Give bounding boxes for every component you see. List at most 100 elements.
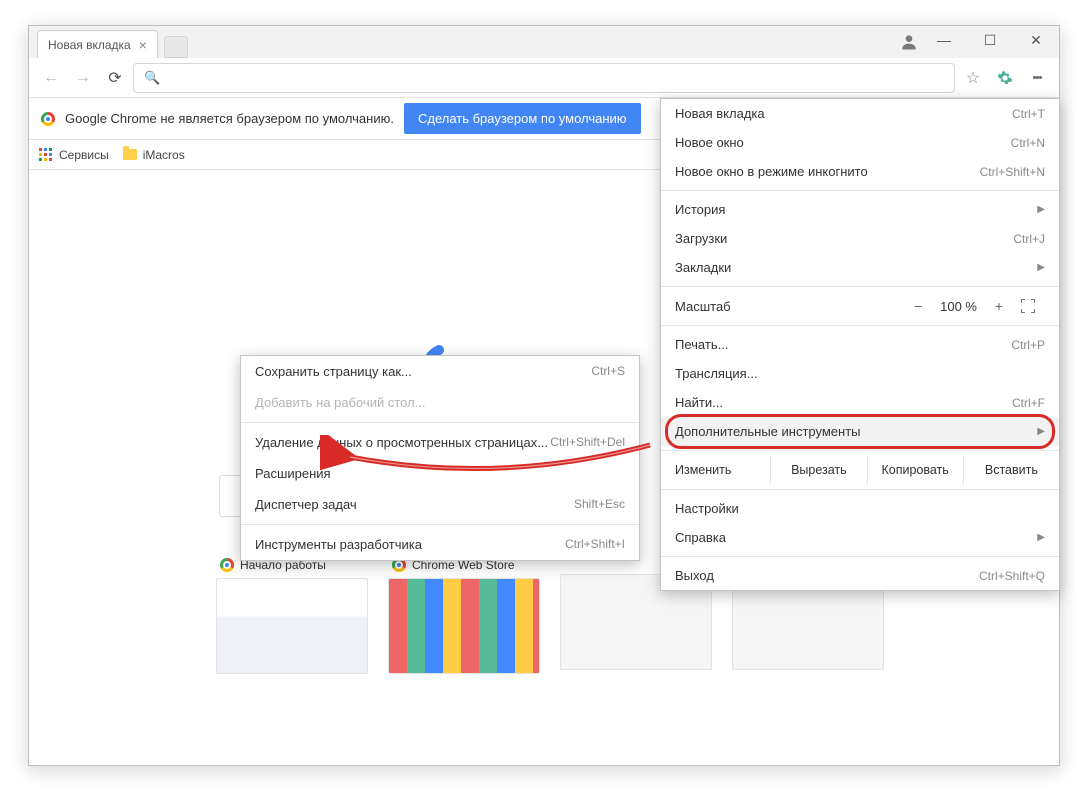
menu-separator (241, 524, 639, 525)
maximize-button[interactable]: ☐ (967, 26, 1013, 54)
address-bar[interactable]: 🔍 (133, 63, 955, 93)
menu-label: История (675, 202, 725, 217)
minimize-button[interactable]: ― (921, 26, 967, 54)
menu-shortcut: Ctrl+T (1012, 107, 1045, 121)
menu-exit[interactable]: Выход Ctrl+Shift+Q (661, 561, 1059, 590)
search-icon: 🔍 (144, 70, 160, 86)
menu-history[interactable]: История ▶ (661, 195, 1059, 224)
folder-icon (123, 149, 137, 160)
profile-icon[interactable] (899, 32, 919, 57)
close-tab-icon[interactable]: × (139, 37, 147, 53)
menu-label: Диспетчер задач (255, 497, 357, 512)
menu-label: Инструменты разработчика (255, 537, 422, 552)
submenu-save-page[interactable]: Сохранить страницу как... Ctrl+S (241, 356, 639, 387)
bookmark-folder[interactable]: iMacros (123, 148, 185, 162)
thumb-preview (388, 578, 540, 674)
menu-downloads[interactable]: Загрузки Ctrl+J (661, 224, 1059, 253)
thumbnail-tile[interactable]: Chrome Web Store (388, 552, 540, 674)
menu-new-window[interactable]: Новое окноCtrl+N (661, 128, 1059, 157)
thumbnail-tile[interactable]: Начало работы (216, 552, 368, 674)
menu-label: Выход (675, 568, 714, 583)
menu-shortcut: Ctrl+Shift+Q (979, 569, 1045, 583)
menu-separator (241, 422, 639, 423)
menu-cast[interactable]: Трансляция... (661, 359, 1059, 388)
submenu-task-manager[interactable]: Диспетчер задач Shift+Esc (241, 489, 639, 520)
fullscreen-button[interactable] (1021, 299, 1045, 313)
bookmark-star-icon[interactable]: ☆ (959, 64, 987, 92)
submenu-arrow-icon: ▶ (1037, 426, 1045, 437)
menu-label: Добавить на рабочий стол... (255, 395, 426, 410)
menu-label: Сохранить страницу как... (255, 364, 412, 379)
menu-shortcut: Ctrl+Shift+Del (550, 435, 625, 450)
chrome-main-menu: Новая вкладка Ctrl+T Новое окноCtrl+N Нов… (660, 98, 1060, 591)
menu-label: Настройки (675, 501, 739, 516)
menu-shortcut: Ctrl+S (591, 364, 625, 379)
menu-shortcut: Ctrl+Shift+I (565, 537, 625, 552)
menu-more-tools[interactable]: Дополнительные инструменты▶ (661, 417, 1059, 446)
menu-label: Трансляция... (675, 366, 758, 381)
menu-find[interactable]: Найти...Ctrl+F (661, 388, 1059, 417)
menu-print[interactable]: Печать... Ctrl+P (661, 330, 1059, 359)
fullscreen-icon (1021, 299, 1035, 313)
menu-label: Масштаб (675, 299, 731, 314)
apps-icon (39, 148, 53, 162)
apps-label: Сервисы (59, 148, 109, 162)
extension-icon[interactable] (991, 64, 1019, 92)
menu-label: Новая вкладка (675, 106, 765, 121)
zoom-out-button[interactable]: − (906, 298, 930, 314)
infobar-text: Google Chrome не является браузером по у… (65, 111, 394, 126)
menu-shortcut: Ctrl+P (1011, 338, 1045, 352)
edit-label: Изменить (661, 455, 770, 485)
thumb-preview (216, 578, 368, 674)
chrome-icon (41, 112, 55, 126)
menu-separator (661, 489, 1059, 490)
copy-button[interactable]: Копировать (867, 455, 963, 485)
chrome-icon (220, 558, 234, 572)
submenu-arrow-icon: ▶ (1037, 204, 1045, 215)
menu-label: Найти... (675, 395, 723, 410)
menu-shortcut: Ctrl+Shift+N (980, 165, 1045, 179)
browser-tab[interactable]: Новая вкладка × (37, 30, 158, 58)
window-controls: ― ☐ ✕ (921, 26, 1059, 54)
submenu-dev-tools[interactable]: Инструменты разработчика Ctrl+Shift+I (241, 529, 639, 560)
menu-label: Печать... (675, 337, 728, 352)
menu-label: Расширения (255, 466, 331, 481)
menu-bookmarks[interactable]: Закладки ▶ (661, 253, 1059, 282)
menu-label: Удаление данных о просмотренных страница… (255, 435, 548, 450)
menu-help[interactable]: Справка ▶ (661, 523, 1059, 552)
menu-shortcut: Ctrl+N (1011, 136, 1045, 150)
paste-button[interactable]: Вставить (963, 455, 1059, 485)
menu-label: Загрузки (675, 231, 727, 246)
new-tab-button[interactable] (164, 36, 188, 58)
menu-shortcut: Ctrl+J (1013, 232, 1045, 246)
submenu-arrow-icon: ▶ (1037, 262, 1045, 273)
cut-button[interactable]: Вырезать (770, 455, 866, 485)
set-default-button[interactable]: Сделать браузером по умолчанию (404, 103, 641, 134)
forward-button[interactable]: → (69, 64, 97, 92)
menu-separator (661, 325, 1059, 326)
zoom-value: 100 % (940, 299, 977, 314)
menu-separator (661, 190, 1059, 191)
menu-new-tab[interactable]: Новая вкладка Ctrl+T (661, 99, 1059, 128)
close-window-button[interactable]: ✕ (1013, 26, 1059, 54)
tab-strip: Новая вкладка × ― ☐ ✕ (29, 26, 1059, 58)
zoom-in-button[interactable]: + (987, 298, 1011, 314)
menu-separator (661, 556, 1059, 557)
menu-settings[interactable]: Настройки (661, 494, 1059, 523)
main-menu-button[interactable] (1023, 64, 1051, 92)
menu-zoom: Масштаб − 100 % + (661, 291, 1059, 321)
menu-label: Новое окно в режиме инкогнито (675, 164, 868, 179)
menu-edit-row: Изменить Вырезать Копировать Вставить (661, 455, 1059, 485)
menu-label: Справка (675, 530, 726, 545)
back-button[interactable]: ← (37, 64, 65, 92)
apps-shortcut[interactable]: Сервисы (39, 148, 109, 162)
submenu-clear-browsing-data[interactable]: Удаление данных о просмотренных страница… (241, 427, 639, 458)
reload-button[interactable]: ⟳ (101, 64, 129, 92)
menu-separator (661, 286, 1059, 287)
menu-incognito[interactable]: Новое окно в режиме инкогнито Ctrl+Shift+… (661, 157, 1059, 186)
toolbar: ← → ⟳ 🔍 ☆ (29, 58, 1059, 98)
menu-label: Закладки (675, 260, 731, 275)
menu-shortcut: Shift+Esc (574, 497, 625, 512)
submenu-extensions[interactable]: Расширения (241, 458, 639, 489)
submenu-arrow-icon: ▶ (1037, 532, 1045, 543)
